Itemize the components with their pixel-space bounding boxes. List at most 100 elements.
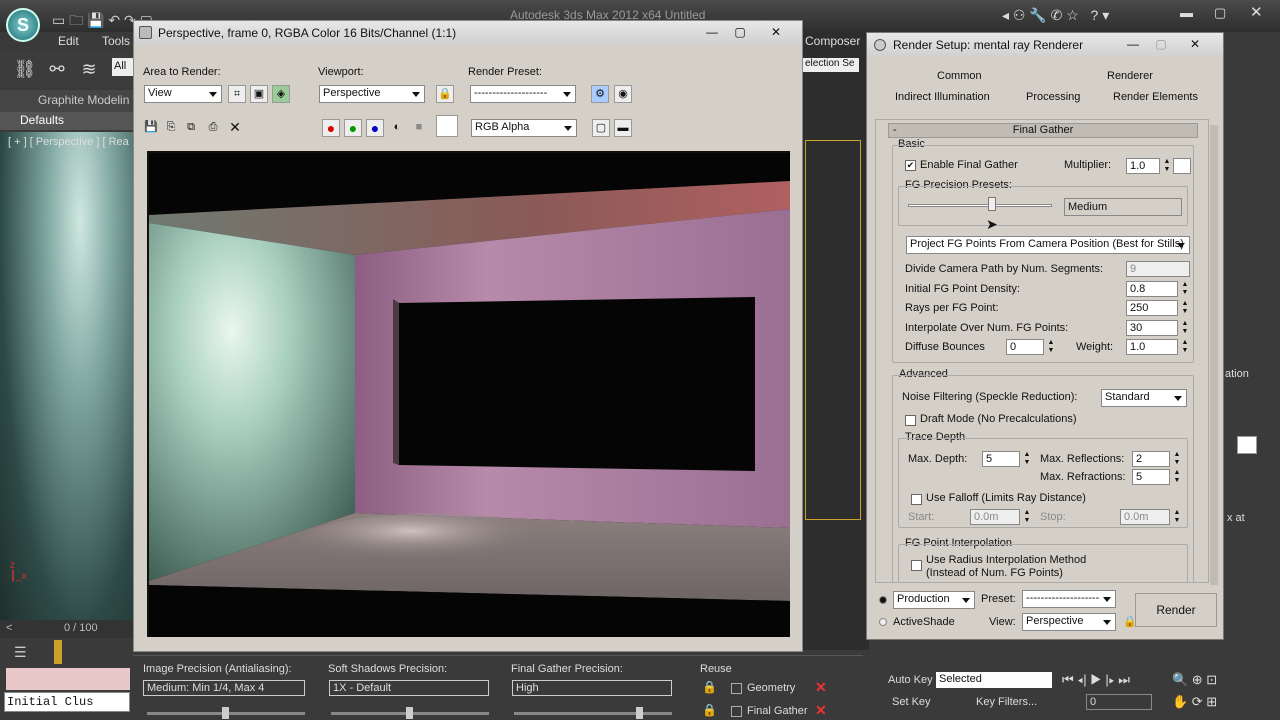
draft-mode-checkbox[interactable] xyxy=(905,415,916,426)
key-mode-dropdown[interactable]: Selected xyxy=(936,672,1052,688)
frame-maximize-button[interactable]: ▢ xyxy=(730,23,750,41)
bounces-input[interactable]: 0 xyxy=(1006,339,1044,355)
max-refractions-spinner[interactable]: ▲ ▼ xyxy=(1172,469,1182,485)
blue-channel-icon[interactable]: ● xyxy=(366,119,384,137)
named-selection-input[interactable]: election Se xyxy=(803,58,859,72)
color-swatch-right[interactable] xyxy=(1237,436,1257,454)
start-input[interactable]: 0.0m xyxy=(970,509,1020,525)
app-close-button[interactable]: ✕ xyxy=(1250,3,1263,21)
max-reflections-input[interactable]: 2 xyxy=(1132,451,1170,467)
rs-close-button[interactable]: ✕ xyxy=(1185,35,1205,53)
use-radius-checkbox[interactable] xyxy=(911,560,922,571)
panel-scrollbar[interactable] xyxy=(1210,125,1218,585)
composer-label[interactable]: Composer xyxy=(805,34,860,48)
soft-shadows-slider-thumb[interactable] xyxy=(406,707,413,719)
copy-image-icon[interactable]: ⎘ xyxy=(162,119,180,137)
prev-frame-icon[interactable]: < xyxy=(6,622,12,634)
viewport-perspective[interactable] xyxy=(0,132,135,627)
menu-tools[interactable]: Tools xyxy=(102,34,130,48)
trackbar-icon[interactable]: ☰ xyxy=(14,644,27,661)
reuse-geometry-checkbox[interactable] xyxy=(731,683,742,694)
fg-preset-slider-track[interactable] xyxy=(908,204,1052,207)
viewport-nav-icons-2[interactable]: ✋ ⟳ ⊞ xyxy=(1172,694,1217,710)
unlink-icon[interactable]: ⚯ xyxy=(44,56,70,82)
region-select-icon[interactable]: ◈ xyxy=(272,85,290,103)
tab-indirect-illumination[interactable]: Indirect Illumination xyxy=(895,91,990,103)
render-preset-dropdown[interactable]: -------------------- xyxy=(470,85,576,103)
density-input[interactable]: 0.8 xyxy=(1126,281,1178,297)
tab-common[interactable]: Common xyxy=(937,70,982,82)
time-slider[interactable]: < 0 / 100 xyxy=(0,620,135,638)
current-frame-field[interactable]: 0 xyxy=(1086,694,1152,710)
render-button[interactable]: Render xyxy=(1135,593,1217,627)
key-filters-button[interactable]: Key Filters... xyxy=(976,696,1037,708)
final-gather-rollout-header[interactable]: - Final Gather xyxy=(888,123,1198,138)
toggle-ui-icon[interactable]: ▬ xyxy=(614,119,632,137)
footer-view-dropdown[interactable]: Perspective xyxy=(1022,613,1116,631)
color-swatch-frame[interactable] xyxy=(436,115,458,137)
auto-key-button[interactable]: Auto Key xyxy=(888,674,933,686)
multiplier-spinner[interactable]: ▲ ▼ xyxy=(1162,158,1172,174)
max-depth-input[interactable]: 5 xyxy=(982,451,1020,467)
multiplier-input[interactable]: 1.0 xyxy=(1126,158,1160,174)
viewport-dropdown[interactable]: Perspective xyxy=(319,85,425,103)
fg-precision-slider-track[interactable] xyxy=(514,712,672,715)
discard-geometry-icon[interactable]: ✕ xyxy=(815,680,829,694)
rays-input[interactable]: 250 xyxy=(1126,300,1178,316)
playback-controls[interactable]: ⏮ ◂| ▶ |▸ ⏭ xyxy=(1062,672,1130,688)
interpolate-spinner[interactable]: ▲ ▼ xyxy=(1180,320,1190,336)
auto-region-icon[interactable]: ▣ xyxy=(250,85,268,103)
selection-filter-dropdown[interactable]: All xyxy=(112,58,134,76)
set-key-button[interactable]: Set Key xyxy=(892,696,931,708)
max-reflections-spinner[interactable]: ▲ ▼ xyxy=(1172,451,1182,467)
footer-preset-dropdown[interactable]: -------------------- xyxy=(1022,590,1116,608)
monochrome-icon[interactable]: ■ xyxy=(410,119,428,137)
display-channel-dropdown[interactable]: RGB Alpha xyxy=(471,119,577,137)
bind-spacewarp-icon[interactable]: ≋ xyxy=(76,56,102,82)
noise-dropdown[interactable]: Standard xyxy=(1101,389,1187,407)
max-depth-spinner[interactable]: ▲ ▼ xyxy=(1022,451,1032,467)
enable-fg-checkbox[interactable]: ✔ xyxy=(905,160,916,171)
weight-spinner[interactable]: ▲ ▼ xyxy=(1180,339,1190,355)
discard-fg-icon[interactable]: ✕ xyxy=(815,703,829,717)
viewport-nav-icons[interactable]: 🔍 ⊕ ⊡ xyxy=(1172,672,1217,688)
ribbon-tab[interactable]: Graphite Modelin xyxy=(0,90,135,112)
maxscript-listener[interactable]: Initial Clus xyxy=(4,692,130,712)
bounces-spinner[interactable]: ▲ ▼ xyxy=(1046,339,1056,355)
lock-fg-icon[interactable]: 🔒 xyxy=(702,703,717,717)
app-minimize-button[interactable]: ▬ xyxy=(1180,5,1193,20)
fg-preset-slider-thumb[interactable] xyxy=(987,197,996,211)
lock-viewport-icon[interactable]: 🔒 xyxy=(436,85,454,103)
tab-processing[interactable]: Processing xyxy=(1026,91,1080,103)
density-spinner[interactable]: ▲ ▼ xyxy=(1180,281,1190,297)
infocenter-icons[interactable]: ◂ ⚇ 🔧 ✆ ☆ ? ▾ xyxy=(1002,7,1109,24)
defaults-tab[interactable]: Defaults xyxy=(0,112,135,130)
interpolate-input[interactable]: 30 xyxy=(1126,320,1178,336)
tab-render-elements[interactable]: Render Elements xyxy=(1113,91,1198,103)
projection-mode-dropdown[interactable]: Project FG Points From Camera Position (… xyxy=(906,236,1190,254)
link-icon[interactable]: ⛓ xyxy=(12,56,38,82)
rays-spinner[interactable]: ▲ ▼ xyxy=(1180,300,1190,316)
frame-close-button[interactable]: ✕ xyxy=(766,23,786,41)
red-channel-icon[interactable]: ● xyxy=(322,119,340,137)
rs-minimize-button[interactable]: — xyxy=(1123,35,1143,53)
production-radio[interactable] xyxy=(879,596,887,604)
reuse-fg-checkbox[interactable] xyxy=(731,706,742,717)
viewport-label[interactable]: [ + ] [ Perspective ] [ Rea xyxy=(8,136,129,148)
image-precision-slider-thumb[interactable] xyxy=(222,707,229,719)
menu-edit[interactable]: Edit xyxy=(58,34,79,48)
frame-minimize-button[interactable]: — xyxy=(702,23,722,41)
start-spinner[interactable]: ▲ ▼ xyxy=(1022,509,1032,525)
infocenter-toolbar[interactable]: ◂ ⚇ 🔧 ✆ ☆ ? ▾ ▬ ▢ ✕ xyxy=(1000,3,1280,29)
use-falloff-checkbox[interactable] xyxy=(911,494,922,505)
production-dropdown[interactable]: Production xyxy=(893,591,975,609)
max-refractions-input[interactable]: 5 xyxy=(1132,469,1170,485)
stop-spinner[interactable]: ▲ ▼ xyxy=(1172,509,1182,525)
lock-geometry-icon[interactable]: 🔒 xyxy=(702,680,717,694)
app-maximize-button[interactable]: ▢ xyxy=(1214,5,1226,21)
green-channel-icon[interactable]: ● xyxy=(344,119,362,137)
app-logo-icon[interactable]: S xyxy=(6,8,40,42)
stop-input[interactable]: 0.0m xyxy=(1120,509,1170,525)
fg-color-swatch[interactable] xyxy=(1173,158,1191,174)
print-image-icon[interactable]: ⎙ xyxy=(204,119,222,137)
